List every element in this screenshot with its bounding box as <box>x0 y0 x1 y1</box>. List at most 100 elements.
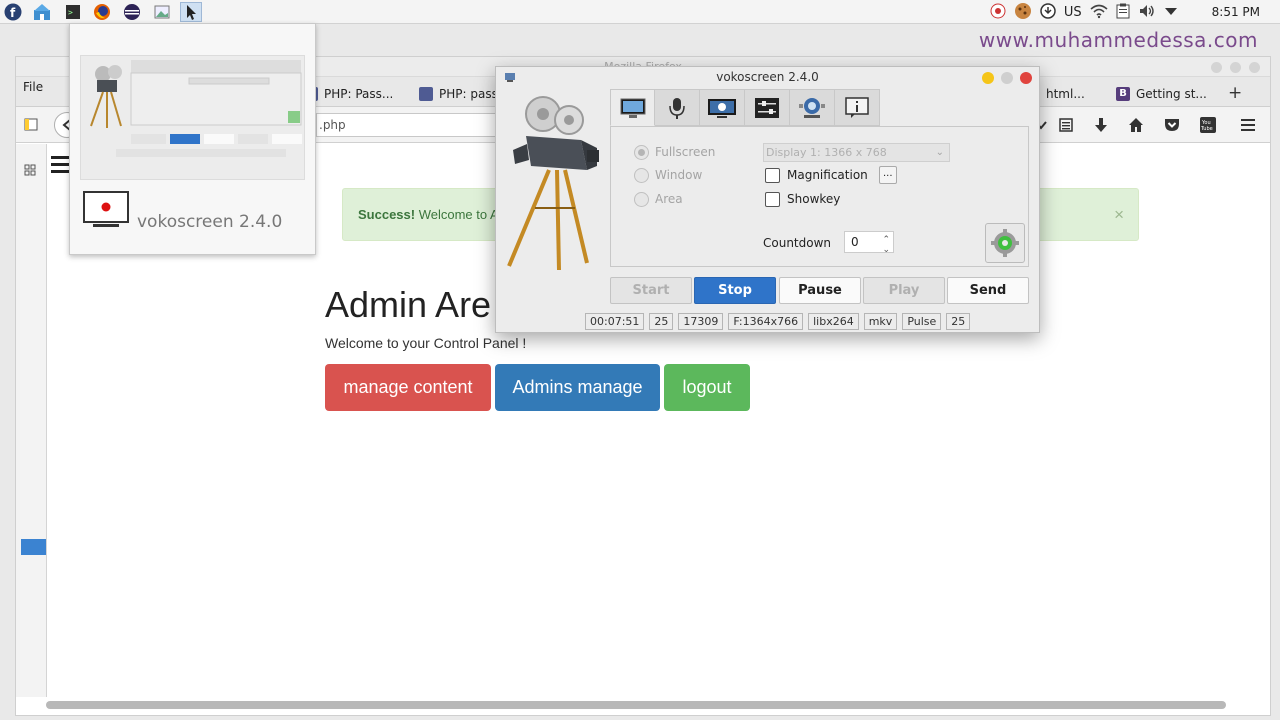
tab-php-password-2[interactable]: PHP: pass <box>419 81 499 107</box>
preview-thumbnail[interactable] <box>80 55 305 180</box>
cookie-icon[interactable] <box>1014 2 1032 23</box>
manage-content-button[interactable]: manage content <box>325 364 491 411</box>
clock[interactable]: 8:51 PM <box>1212 5 1260 19</box>
video-screen-icon <box>708 98 736 118</box>
system-panel: f > US 8:51 PM <box>0 0 1280 24</box>
tab-screen[interactable] <box>610 89 655 126</box>
home-icon[interactable] <box>1126 115 1146 135</box>
wifi-icon[interactable] <box>1090 3 1108 22</box>
play-button[interactable]: Play <box>863 277 945 304</box>
spin-down-icon[interactable]: ⌄ <box>882 240 890 260</box>
alert-close-button[interactable]: × <box>1114 189 1124 240</box>
page-title: Admin Are <box>325 284 492 325</box>
status-bar: 00:07:51 25 17309 F:1364x766 libx264 mkv… <box>585 313 971 330</box>
status-time: 00:07:51 <box>585 313 645 330</box>
home-folder-icon[interactable] <box>31 2 53 22</box>
pause-button[interactable]: Pause <box>779 277 861 304</box>
webcam-icon <box>799 97 825 118</box>
radio-button[interactable] <box>634 191 649 207</box>
sidebar-toggle-icon[interactable] <box>21 115 41 135</box>
bookmarks-sidebar-icon[interactable] <box>24 164 36 179</box>
taskbar-preview[interactable]: vokoscreen 2.4.0 <box>69 23 316 255</box>
countdown-label: Countdown <box>763 236 832 250</box>
close-button[interactable] <box>1249 62 1260 73</box>
radio-fullscreen[interactable]: Fullscreen <box>634 144 715 160</box>
tab-html[interactable]: html... <box>1046 81 1106 107</box>
download-icon[interactable] <box>1091 115 1111 135</box>
alert-strong: Success! <box>358 207 416 222</box>
voko-minimize-button[interactable] <box>982 72 994 84</box>
status-fps: 25 <box>649 313 674 330</box>
stop-button[interactable]: Stop <box>694 277 776 304</box>
countdown-spinbox[interactable]: 0 ⌃ ⌄ <box>844 231 894 255</box>
sliders-icon <box>755 97 779 118</box>
voko-maximize-button[interactable] <box>1001 72 1013 84</box>
screencast-app-icon <box>83 191 129 229</box>
new-tab-button[interactable]: + <box>1228 83 1242 103</box>
keyboard-layout[interactable]: US <box>1064 5 1082 20</box>
volume-icon[interactable] <box>1138 3 1156 22</box>
magnification-checkbox[interactable]: Magnification ... <box>765 166 897 184</box>
display-select[interactable]: Display 1: 1366 x 768 ⌄ <box>763 143 950 162</box>
radio-button[interactable] <box>634 167 649 183</box>
maximize-button[interactable] <box>1230 62 1241 73</box>
magnification-options-button[interactable]: ... <box>878 166 897 184</box>
radio-button[interactable] <box>634 144 649 160</box>
image-viewer-icon[interactable] <box>151 2 173 22</box>
terminal-icon[interactable]: > <box>62 2 84 22</box>
admins-manage-button[interactable]: Admins manage <box>495 364 660 411</box>
cursor-tool-icon[interactable] <box>180 2 202 22</box>
screen-settings-panel: Fullscreen Window Area Display 1: 1366 x… <box>610 126 1029 267</box>
status-audio: Pulse <box>902 313 942 330</box>
tab-video[interactable] <box>700 89 745 126</box>
alert-text: Welcome to A <box>418 207 499 222</box>
reading-list-icon[interactable] <box>1056 115 1076 135</box>
microphone-icon <box>669 97 685 119</box>
horizontal-scrollbar[interactable] <box>46 701 1226 709</box>
radio-window[interactable]: Window <box>634 167 702 183</box>
record-indicator-icon[interactable] <box>990 3 1006 22</box>
sidebar-panel <box>16 144 47 697</box>
tab-settings[interactable] <box>745 89 790 126</box>
gear-refresh-button[interactable] <box>985 223 1025 263</box>
minimize-button[interactable] <box>1211 62 1222 73</box>
watermark: www.muhammedessa.com <box>978 28 1258 52</box>
status-filesize: 17309 <box>678 313 724 330</box>
showkey-checkbox[interactable]: Showkey <box>765 191 840 207</box>
checkbox[interactable] <box>765 191 780 207</box>
tab-bootstrap-getting-started[interactable]: B Getting st... <box>1116 81 1216 107</box>
chevron-down-icon: ⌄ <box>935 147 944 158</box>
status-frames: 25 <box>946 313 971 330</box>
tab-info[interactable] <box>835 89 880 126</box>
tab-php-password-1[interactable]: PHP: Pass... <box>304 81 404 107</box>
vokoscreen-tabs <box>610 89 880 126</box>
status-resolution: F:1364x766 <box>728 313 804 330</box>
system-tray: US 8:51 PM <box>990 0 1280 24</box>
status-codec: libx264 <box>808 313 859 330</box>
hamburger-menu-icon[interactable] <box>1238 115 1258 135</box>
start-button[interactable]: Start <box>610 277 692 304</box>
info-icon <box>845 96 869 118</box>
bootstrap-favicon-icon: B <box>1116 87 1130 101</box>
preview-app-title: vokoscreen 2.4.0 <box>137 212 283 232</box>
chevron-down-icon[interactable] <box>1164 5 1178 20</box>
tab-audio[interactable] <box>655 89 700 126</box>
firefox-launcher-icon[interactable] <box>91 2 113 22</box>
update-icon[interactable] <box>1040 2 1056 22</box>
checkbox[interactable] <box>765 167 780 183</box>
vokoscreen-title: vokoscreen 2.4.0 <box>716 70 819 84</box>
menu-file[interactable]: File <box>23 80 43 94</box>
camera-logo-icon <box>501 88 606 273</box>
gear-icon <box>991 229 1019 257</box>
voko-close-button[interactable] <box>1020 72 1032 84</box>
fedora-menu-icon[interactable]: f <box>2 2 24 22</box>
php-favicon-icon <box>419 87 433 101</box>
youtube-icon[interactable]: You Tube <box>1198 115 1218 135</box>
logout-button[interactable]: logout <box>664 364 750 411</box>
clipboard-icon[interactable] <box>1116 3 1130 22</box>
radio-area[interactable]: Area <box>634 191 683 207</box>
pocket-icon[interactable] <box>1162 115 1182 135</box>
eclipse-icon[interactable] <box>121 2 143 22</box>
tab-webcam[interactable] <box>790 89 835 126</box>
send-button[interactable]: Send <box>947 277 1029 304</box>
